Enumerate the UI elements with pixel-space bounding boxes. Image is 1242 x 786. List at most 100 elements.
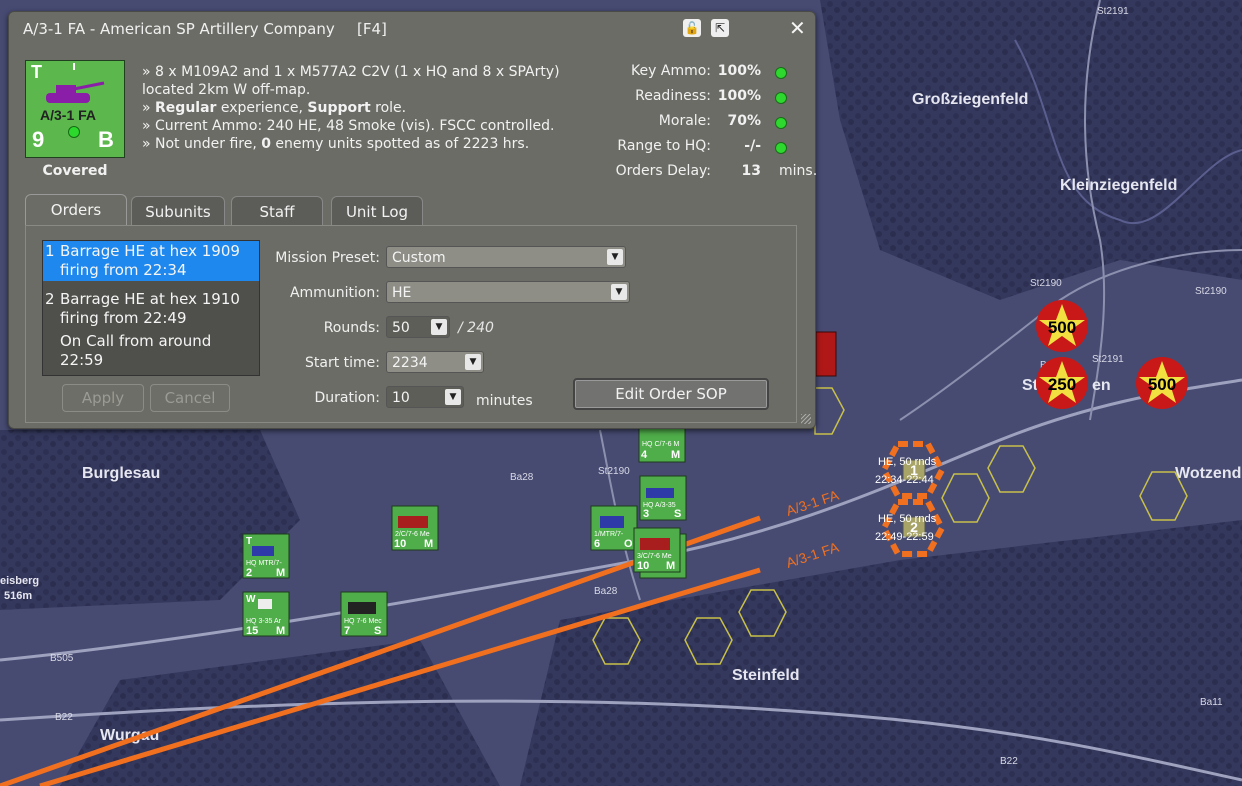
rounds-max: / 240: [458, 320, 494, 336]
unit-counter[interactable]: HQ A/3-35 3 S: [639, 475, 687, 521]
svg-text:3/C/7-6 Me: 3/C/7-6 Me: [637, 553, 672, 560]
start-time-label: Start time:: [305, 355, 380, 371]
svg-text:M: M: [276, 625, 285, 637]
road-label: St2190: [598, 466, 630, 477]
svg-text:M: M: [424, 538, 433, 550]
unit-counter[interactable]: T HQ MTR/7- 2 M: [242, 533, 290, 579]
resize-grip-icon[interactable]: [801, 414, 811, 424]
start-time-dropdown[interactable]: 2234 ▼: [386, 351, 484, 373]
unit-counter[interactable]: 3/C/7-6 Me 10 M: [633, 527, 687, 579]
road-label: B22: [55, 712, 73, 723]
status-dot-icon: [775, 67, 787, 79]
svg-text:HQ MTR/7-: HQ MTR/7-: [246, 560, 282, 567]
order-item[interactable]: On Call from around 22:59: [43, 331, 259, 371]
svg-text:W: W: [246, 594, 256, 605]
unit-status: Covered: [42, 163, 108, 179]
description-line: » Regular experience, Support role.: [142, 100, 407, 116]
unit-portrait: T A/3-1 FA 9 B: [25, 60, 125, 158]
unit-counter[interactable]: 2/C/7-6 Me 10 M: [391, 505, 439, 551]
stat-range-to-hq: Range to HQ: -/-: [609, 138, 809, 163]
svg-text:HQ C/7-6 M: HQ C/7-6 M: [642, 441, 680, 448]
road-label: St2190: [1195, 286, 1227, 297]
order-item[interactable]: 1 Barrage HE at hex 1909 firing from 22:…: [43, 241, 259, 281]
status-dot-icon: [775, 117, 787, 129]
tab-orders[interactable]: Orders: [25, 194, 127, 227]
place-name: Steinfeld: [732, 667, 800, 684]
svg-text:2/C/7-6 Me: 2/C/7-6 Me: [395, 531, 430, 538]
expand-icon[interactable]: ⇱: [711, 19, 729, 37]
place-name: Großziegenfeld: [912, 91, 1028, 108]
svg-text:6: 6: [594, 538, 600, 550]
sp-artillery-icon: [46, 81, 105, 103]
svg-text:500: 500: [1148, 375, 1176, 394]
dialog-hotkey: [F4]: [357, 20, 387, 38]
unit-size-tick: [73, 63, 75, 70]
svg-text:10: 10: [637, 560, 649, 572]
ammunition-dropdown[interactable]: HE ▼: [386, 281, 630, 303]
svg-text:T: T: [246, 536, 252, 547]
unit-strength: 9: [32, 127, 45, 152]
unit-info-dialog: A/3-1 FA - American SP Artillery Company…: [8, 11, 818, 429]
unit-counter[interactable]: HQ 7-6 Mec 7 S: [340, 591, 388, 637]
apply-button[interactable]: Apply: [62, 384, 144, 412]
fire-mission-text: HE, 50 rnds: [878, 456, 937, 468]
dropdown-arrow-icon: ▼: [445, 389, 461, 405]
ammunition-label: Ammunition:: [289, 285, 380, 301]
svg-text:O: O: [624, 538, 633, 550]
dropdown-arrow-icon: ▼: [431, 319, 447, 335]
stat-orders-delay: Orders Delay: 13 mins.: [615, 163, 818, 179]
svg-text:4: 4: [641, 449, 648, 461]
svg-text:M: M: [666, 560, 675, 572]
stat-morale: Morale: 70%: [609, 113, 809, 138]
unit-status-dot: [68, 126, 80, 138]
road-label: B22: [1000, 756, 1018, 767]
unit-grade: B: [98, 127, 114, 152]
dialog-titlebar[interactable]: A/3-1 FA - American SP Artillery Company…: [9, 12, 815, 46]
road-label: Ba11: [1200, 697, 1223, 708]
place-name: en: [1092, 377, 1111, 394]
cancel-button[interactable]: Cancel: [150, 384, 230, 412]
svg-text:1/MTR/7-: 1/MTR/7-: [594, 531, 624, 538]
tab-staff[interactable]: Staff: [231, 196, 323, 227]
dropdown-arrow-icon: ▼: [465, 354, 481, 370]
svg-text:HQ 7-6 Mec: HQ 7-6 Mec: [344, 618, 382, 625]
dropdown-arrow-icon: ▼: [611, 284, 627, 300]
enemy-strike-marker[interactable]: 500: [1136, 357, 1188, 409]
unit-counter[interactable]: W HQ 3-35 Ar 15 M: [242, 591, 290, 637]
orders-list[interactable]: 1 Barrage HE at hex 1909 firing from 22:…: [42, 240, 260, 376]
svg-text:250: 250: [1048, 375, 1076, 394]
unit-type-letter: T: [31, 62, 42, 82]
enemy-strike-marker[interactable]: 500: [1036, 300, 1088, 352]
description-line: » Current Ammo: 240 HE, 48 Smoke (vis). …: [142, 118, 555, 134]
place-name: Wotzendo: [1175, 465, 1242, 482]
road-label: St2191: [1092, 354, 1124, 365]
svg-text:M: M: [276, 567, 285, 579]
edit-order-sop-button[interactable]: Edit Order SOP: [573, 378, 769, 410]
padlock-icon[interactable]: 🔓: [683, 19, 701, 37]
place-name: eisberg: [0, 575, 39, 587]
status-dot-icon: [775, 142, 787, 154]
mission-preset-dropdown[interactable]: Custom ▼: [386, 246, 626, 268]
svg-text:10: 10: [394, 538, 406, 550]
rounds-dropdown[interactable]: 50 ▼: [386, 316, 450, 338]
place-name: Burglesau: [82, 465, 160, 482]
description-line: » 8 x M109A2 and 1 x M577A2 C2V (1 x HQ …: [142, 64, 560, 98]
duration-unit: minutes: [476, 393, 533, 409]
stat-key-ammo: Key Ammo: 100%: [609, 63, 809, 88]
svg-text:S: S: [374, 625, 381, 637]
place-name: Kleinziegenfeld: [1060, 177, 1177, 194]
duration-dropdown[interactable]: 10 ▼: [386, 386, 464, 408]
enemy-strike-marker[interactable]: 250: [1036, 357, 1088, 409]
svg-text:HQ 3-35 Ar: HQ 3-35 Ar: [246, 618, 282, 625]
unit-counter[interactable]: 1/MTR/7- 6 O: [590, 505, 638, 551]
svg-text:2: 2: [246, 567, 252, 579]
rounds-label: Rounds:: [323, 320, 380, 336]
road-label: Ba28: [594, 586, 618, 597]
svg-text:S: S: [674, 508, 681, 520]
road-label: B505: [50, 653, 74, 664]
tab-subunits[interactable]: Subunits: [131, 196, 225, 227]
order-item[interactable]: 2 Barrage HE at hex 1910 firing from 22:…: [43, 289, 259, 329]
tab-unit-log[interactable]: Unit Log: [331, 196, 423, 227]
close-icon[interactable]: ✕: [789, 16, 806, 40]
elevation-label: 516m: [4, 590, 32, 602]
